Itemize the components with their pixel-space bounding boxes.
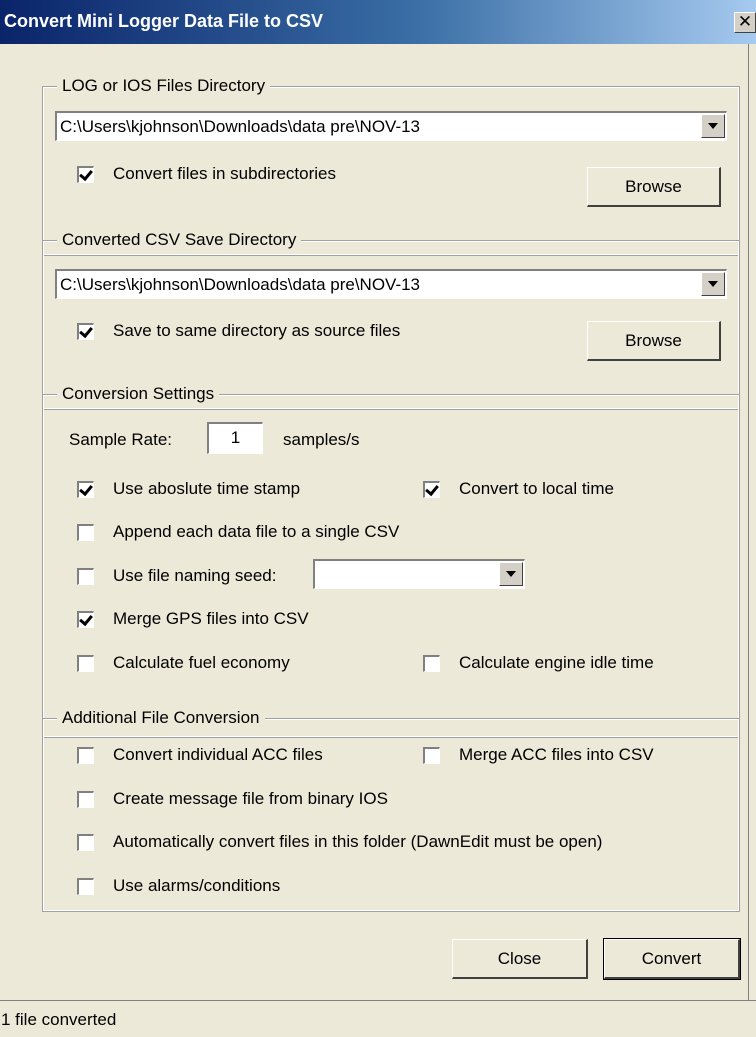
auto-convert-label: Automatically convert files in this fold… bbox=[113, 832, 603, 851]
message-file-row[interactable]: Create message file from binary IOS bbox=[77, 789, 527, 811]
acc-individual-row[interactable]: Convert individual ACC files bbox=[77, 745, 407, 767]
window-title: Convert Mini Logger Data File to CSV bbox=[4, 11, 324, 31]
dialog-body: LOG or IOS Files Directory C:\Users\kjoh… bbox=[0, 44, 749, 1036]
merge-acc-checkbox[interactable] bbox=[423, 747, 440, 764]
merge-acc-label: Merge ACC files into CSV bbox=[459, 745, 654, 764]
log-dir-path: C:\Users\kjohnson\Downloads\data pre\NOV… bbox=[60, 117, 421, 136]
append-row[interactable]: Append each data file to a single CSV bbox=[77, 522, 527, 544]
csv-dir-browse-button[interactable]: Browse bbox=[587, 321, 721, 361]
subdir-checkbox-label: Convert files in subdirectories bbox=[113, 164, 336, 183]
status-bar: 1 file converted bbox=[0, 1000, 756, 1037]
auto-convert-row[interactable]: Automatically convert files in this fold… bbox=[77, 832, 737, 854]
fuel-economy-checkbox[interactable] bbox=[77, 655, 94, 672]
append-label: Append each data file to a single CSV bbox=[113, 522, 400, 541]
chevron-down-icon[interactable] bbox=[701, 272, 725, 296]
sample-rate-unit: samples/s bbox=[283, 430, 360, 449]
same-dir-checkbox-row[interactable]: Save to same directory as source files bbox=[77, 321, 517, 343]
engine-idle-label: Calculate engine idle time bbox=[459, 653, 654, 672]
alarms-checkbox[interactable] bbox=[77, 878, 94, 895]
title-bar: Convert Mini Logger Data File to CSV ✕ bbox=[0, 0, 756, 44]
fuel-economy-label: Calculate fuel economy bbox=[113, 653, 290, 672]
merge-gps-label: Merge GPS files into CSV bbox=[113, 609, 309, 628]
naming-seed-checkbox[interactable] bbox=[77, 568, 94, 585]
naming-seed-combo[interactable] bbox=[313, 559, 525, 589]
close-window-button[interactable]: ✕ bbox=[734, 12, 756, 33]
close-button[interactable]: Close bbox=[452, 939, 588, 979]
engine-idle-checkbox[interactable] bbox=[423, 655, 440, 672]
csv-dir-combo[interactable]: C:\Users\kjohnson\Downloads\data pre\NOV… bbox=[55, 269, 727, 299]
conversion-settings-group: Conversion Settings Sample Rate: 1 sampl… bbox=[42, 384, 740, 738]
log-dir-group-label: LOG or IOS Files Directory bbox=[57, 76, 271, 96]
additional-conversion-label: Additional File Conversion bbox=[57, 708, 265, 728]
chevron-down-icon[interactable] bbox=[499, 562, 523, 586]
subdir-checkbox-row[interactable]: Convert files in subdirectories bbox=[77, 164, 477, 186]
auto-convert-checkbox[interactable] bbox=[77, 834, 94, 851]
same-dir-checkbox[interactable] bbox=[77, 323, 94, 340]
conversion-settings-label: Conversion Settings bbox=[57, 384, 220, 404]
alarms-row[interactable]: Use alarms/conditions bbox=[77, 876, 407, 898]
message-file-checkbox[interactable] bbox=[77, 791, 94, 808]
naming-seed-label: Use file naming seed: bbox=[113, 566, 277, 585]
log-dir-combo[interactable]: C:\Users\kjohnson\Downloads\data pre\NOV… bbox=[55, 111, 727, 141]
sample-rate-label: Sample Rate: bbox=[69, 430, 172, 449]
engine-idle-row[interactable]: Calculate engine idle time bbox=[423, 653, 723, 675]
merge-gps-row[interactable]: Merge GPS files into CSV bbox=[77, 609, 377, 631]
status-text: 1 file converted bbox=[1, 1010, 117, 1029]
alarms-label: Use alarms/conditions bbox=[113, 876, 281, 895]
acc-individual-label: Convert individual ACC files bbox=[113, 745, 323, 764]
absolute-timestamp-row[interactable]: Use aboslute time stamp bbox=[77, 479, 407, 501]
csv-dir-path: C:\Users\kjohnson\Downloads\data pre\NOV… bbox=[60, 275, 421, 294]
local-time-label: Convert to local time bbox=[459, 479, 614, 498]
subdir-checkbox[interactable] bbox=[77, 166, 94, 183]
additional-conversion-group: Additional File Conversion Convert indiv… bbox=[42, 708, 740, 912]
message-file-label: Create message file from binary IOS bbox=[113, 789, 388, 808]
absolute-timestamp-label: Use aboslute time stamp bbox=[113, 479, 301, 498]
absolute-timestamp-checkbox[interactable] bbox=[77, 481, 94, 498]
merge-acc-row[interactable]: Merge ACC files into CSV bbox=[423, 745, 723, 767]
csv-dir-group-label: Converted CSV Save Directory bbox=[57, 230, 302, 250]
local-time-row[interactable]: Convert to local time bbox=[423, 479, 703, 501]
log-dir-browse-button[interactable]: Browse bbox=[587, 167, 721, 207]
same-dir-checkbox-label: Save to same directory as source files bbox=[113, 321, 401, 340]
close-icon: ✕ bbox=[737, 12, 753, 31]
sample-rate-input[interactable]: 1 bbox=[207, 422, 263, 454]
fuel-economy-row[interactable]: Calculate fuel economy bbox=[77, 653, 377, 675]
append-checkbox[interactable] bbox=[77, 524, 94, 541]
chevron-down-icon[interactable] bbox=[701, 114, 725, 138]
local-time-checkbox[interactable] bbox=[423, 481, 440, 498]
naming-seed-row[interactable]: Use file naming seed: bbox=[77, 566, 317, 588]
acc-individual-checkbox[interactable] bbox=[77, 747, 94, 764]
merge-gps-checkbox[interactable] bbox=[77, 611, 94, 628]
convert-button[interactable]: Convert bbox=[603, 938, 741, 980]
